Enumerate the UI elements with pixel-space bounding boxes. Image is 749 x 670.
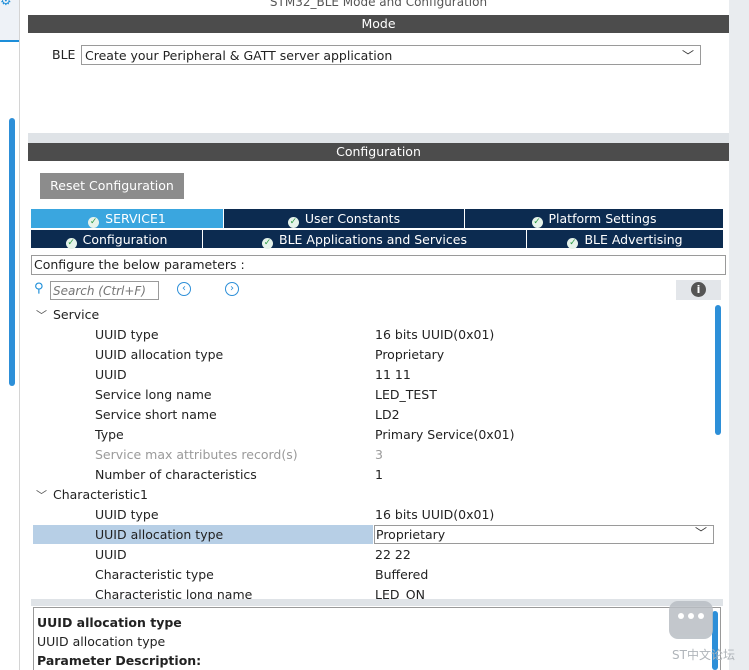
check-circle-icon: ✓ xyxy=(287,217,299,228)
check-circle-icon: ✓ xyxy=(567,238,579,249)
tab-platform-settings[interactable]: ✓ Platform Settings xyxy=(465,209,723,228)
collapse-caret-icon[interactable]: ﹀ xyxy=(36,307,47,323)
ble-mode-select[interactable]: Create your Peripheral & GATT server app… xyxy=(81,45,701,65)
service-row-value[interactable]: Primary Service(0x01) xyxy=(375,427,514,442)
info-button[interactable]: i xyxy=(676,280,721,300)
service-row-label: UUID allocation type xyxy=(95,347,224,362)
uuid-allocation-select[interactable]: Proprietary ﹀ xyxy=(374,525,714,544)
panel-divider[interactable] xyxy=(28,133,729,143)
check-circle-icon: ✓ xyxy=(531,217,543,228)
chevron-down-icon: ﹀ xyxy=(694,526,707,540)
characteristic-row-value[interactable]: 16 bits UUID(0x01) xyxy=(375,507,494,522)
tab-label: BLE Applications and Services xyxy=(279,232,467,247)
service-row-value[interactable]: 16 bits UUID(0x01) xyxy=(375,327,494,342)
characteristic-row-label: UUID xyxy=(95,547,127,562)
collapse-caret-icon[interactable]: ﹀ xyxy=(36,487,47,503)
mode-panel: BLE Create your Peripheral & GATT server… xyxy=(28,33,729,133)
gear-icon[interactable]: ⚙ xyxy=(0,0,12,9)
tab-configuration[interactable]: ✓ Configuration xyxy=(31,229,203,249)
search-icon: ⚲ xyxy=(34,281,44,296)
group-characteristic1[interactable]: Characteristic1 xyxy=(53,487,148,502)
tab-label: SERVICE1 xyxy=(105,211,166,226)
description-subtitle: UUID allocation type xyxy=(37,634,166,649)
characteristic-row-label: UUID allocation type xyxy=(95,527,224,542)
service-row-value: 3 xyxy=(375,447,383,462)
tab-label: Configuration xyxy=(82,232,168,247)
watermark-text: ST中文论坛 xyxy=(672,648,735,662)
service-row-label: UUID type xyxy=(95,327,159,342)
ble-mode-value: Create your Peripheral & GATT server app… xyxy=(85,48,393,63)
service-row-label: Type xyxy=(95,427,124,442)
parameter-description-label: Parameter Description: xyxy=(37,653,202,668)
service-row-label: Service max attributes record(s) xyxy=(95,447,298,462)
left-scrollbar-thumb[interactable] xyxy=(9,118,15,386)
characteristic-row-label: UUID type xyxy=(95,507,159,522)
service-row-value[interactable]: 1 xyxy=(375,467,383,482)
service-row-label: Number of characteristics xyxy=(95,467,257,482)
tab-ble-advertising[interactable]: ✓ BLE Advertising xyxy=(527,229,723,249)
description-splitter[interactable] xyxy=(31,599,723,606)
check-circle-icon: ✓ xyxy=(65,238,77,249)
circle-chevron-right-icon[interactable]: › xyxy=(225,282,239,296)
tab-service1[interactable]: ✓ SERVICE1 xyxy=(31,209,224,228)
ble-label: BLE xyxy=(52,47,76,62)
service-row-value[interactable]: LD2 xyxy=(375,407,400,422)
chat-bubble-icon xyxy=(669,601,713,639)
info-icon: i xyxy=(691,282,706,297)
left-sidebar-strip: ⚙ xyxy=(0,0,20,670)
tab-user-constants[interactable]: ✓ User Constants xyxy=(224,209,465,228)
tab-label: Platform Settings xyxy=(548,211,657,226)
window-title: STM32_BLE Mode and Configuration xyxy=(28,0,729,12)
service-row-label: Service short name xyxy=(95,407,217,422)
right-margin xyxy=(729,0,749,670)
reset-configuration-button[interactable]: Reset Configuration xyxy=(40,173,184,199)
description-title: UUID allocation type xyxy=(37,615,182,630)
characteristic-row-value[interactable]: Buffered xyxy=(375,567,428,582)
tab-label: User Constants xyxy=(304,211,401,226)
search-input[interactable] xyxy=(50,281,159,300)
tab-ble-applications-and-services[interactable]: ✓ BLE Applications and Services xyxy=(203,229,527,249)
description-panel: UUID allocation type UUID allocation typ… xyxy=(33,607,721,670)
configure-parameters-label: Configure the below parameters : xyxy=(31,255,726,275)
check-circle-icon: ✓ xyxy=(88,217,100,228)
characteristic-row-value[interactable]: 22 22 xyxy=(375,547,411,562)
service-row-label: UUID xyxy=(95,367,127,382)
service-row-value[interactable]: Proprietary xyxy=(375,347,444,362)
chevron-down-icon: ﹀ xyxy=(681,49,694,63)
mode-header: Mode xyxy=(28,15,729,33)
characteristic-row-label: Characteristic type xyxy=(95,567,214,582)
tab-label: BLE Advertising xyxy=(584,232,683,247)
uuid-allocation-value: Proprietary xyxy=(376,527,446,542)
service-row-label: Service long name xyxy=(95,387,212,402)
group-service[interactable]: Service xyxy=(53,307,99,322)
configuration-header: Configuration xyxy=(28,143,729,161)
service-row-value[interactable]: 11 11 xyxy=(375,367,411,382)
circle-chevron-left-icon[interactable]: ‹ xyxy=(177,282,191,296)
check-circle-icon: ✓ xyxy=(262,238,274,249)
tree-scrollbar-thumb[interactable] xyxy=(715,305,721,435)
service-row-value[interactable]: LED_TEST xyxy=(375,387,437,402)
